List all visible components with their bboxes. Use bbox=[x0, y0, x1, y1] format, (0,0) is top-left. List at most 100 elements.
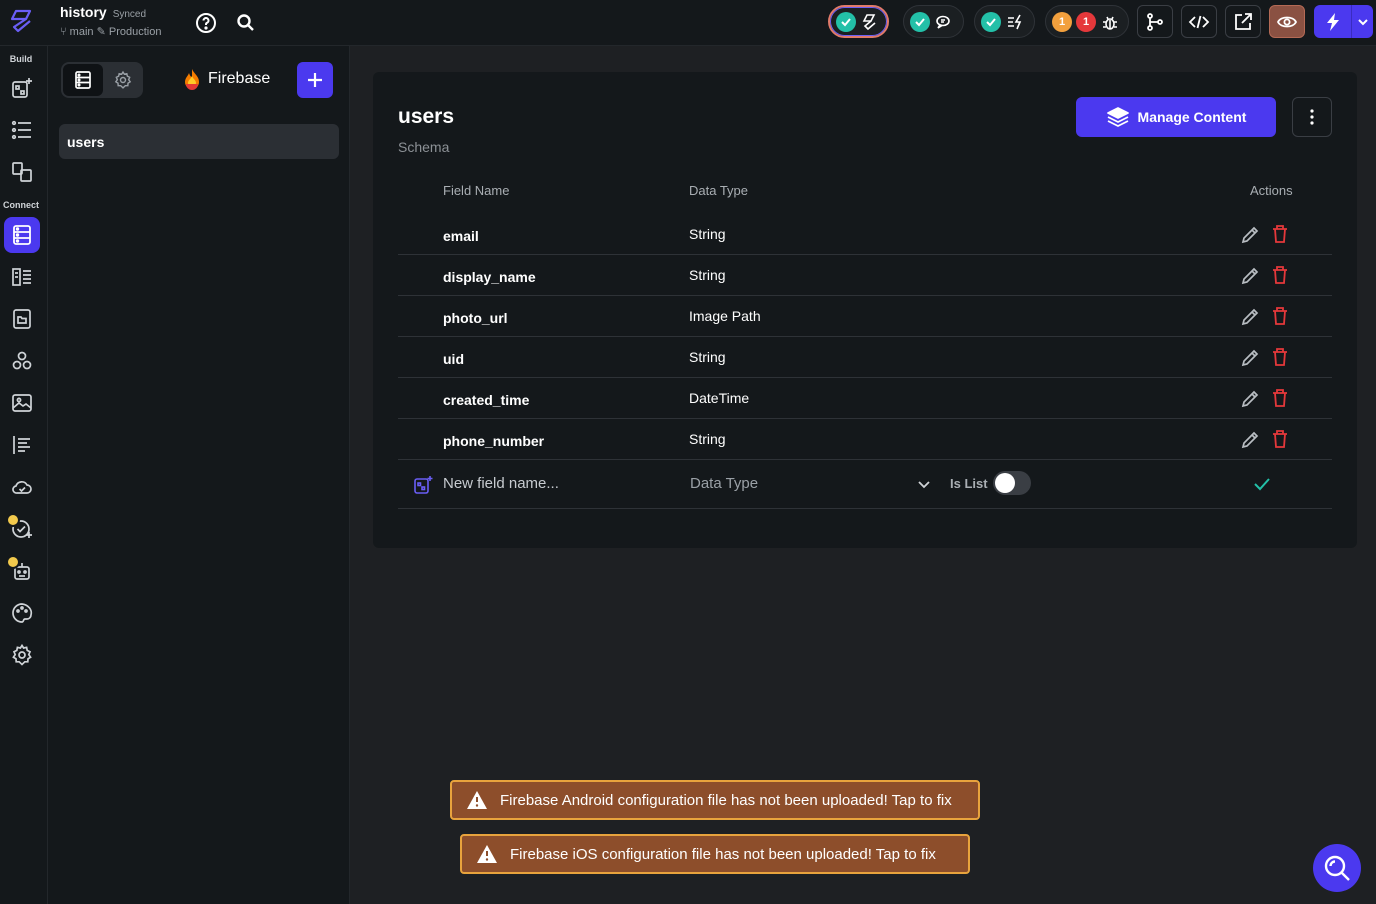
warning-count-badge: 1 bbox=[1052, 11, 1072, 32]
table-row: display_name String bbox=[398, 255, 1332, 296]
add-collection-button[interactable] bbox=[297, 62, 333, 98]
code-icon bbox=[1188, 15, 1210, 28]
edit-pencil-icon[interactable] bbox=[1240, 266, 1260, 286]
run-button[interactable] bbox=[1314, 5, 1352, 38]
delete-trash-icon[interactable] bbox=[1271, 347, 1289, 367]
manage-content-label: Manage Content bbox=[1137, 109, 1247, 125]
rail-widget-palette[interactable] bbox=[4, 70, 40, 106]
performance-status-button[interactable] bbox=[974, 5, 1035, 38]
branch-name: main bbox=[69, 26, 94, 38]
rail-app-state[interactable] bbox=[4, 259, 40, 295]
comments-status-button[interactable] bbox=[903, 5, 964, 38]
field-name: email bbox=[443, 228, 479, 244]
rail-agents[interactable] bbox=[4, 553, 40, 589]
run-test-button[interactable] bbox=[1314, 5, 1373, 38]
search-icon[interactable] bbox=[234, 11, 258, 35]
edit-pencil-icon[interactable] bbox=[1240, 225, 1260, 245]
field-type: String bbox=[689, 226, 726, 242]
image-icon bbox=[12, 394, 32, 412]
edit-pencil-icon[interactable] bbox=[1240, 307, 1260, 327]
rail-tests[interactable] bbox=[4, 511, 40, 547]
palette-icon bbox=[12, 603, 33, 623]
search-icon bbox=[1324, 855, 1350, 881]
new-field-row: Data Type Is List bbox=[398, 459, 1332, 509]
rail-custom-code[interactable] bbox=[4, 427, 40, 463]
new-field-name-input[interactable] bbox=[443, 475, 663, 492]
connect-section-label: Connect bbox=[3, 200, 39, 210]
delete-trash-icon[interactable] bbox=[1271, 388, 1289, 408]
confirm-check-icon[interactable] bbox=[1252, 474, 1272, 494]
delete-trash-icon[interactable] bbox=[1271, 429, 1289, 449]
firebase-label: Firebase bbox=[182, 68, 270, 90]
navigation-rail: Build Connect bbox=[0, 46, 48, 904]
gear-icon bbox=[114, 70, 132, 89]
view-code-button[interactable] bbox=[1181, 5, 1217, 38]
android-config-warning[interactable]: Firebase Android configuration file has … bbox=[450, 780, 980, 820]
rail-cloud-functions[interactable] bbox=[4, 469, 40, 505]
rail-theme-settings[interactable] bbox=[4, 595, 40, 631]
preview-button[interactable] bbox=[1269, 5, 1305, 38]
rail-firestore[interactable] bbox=[4, 217, 40, 253]
delete-trash-icon[interactable] bbox=[1271, 265, 1289, 285]
help-icon[interactable] bbox=[194, 11, 218, 35]
table-row: photo_url Image Path bbox=[398, 296, 1332, 337]
column-header-field-name: Field Name bbox=[443, 183, 510, 198]
cloud-check-icon bbox=[12, 481, 32, 494]
issues-status-button[interactable]: 1 1 bbox=[1045, 5, 1129, 38]
add-field-icon bbox=[414, 476, 433, 494]
table-row: created_time DateTime bbox=[398, 378, 1332, 419]
delete-trash-icon[interactable] bbox=[1271, 224, 1289, 244]
collection-item-users[interactable]: users bbox=[59, 124, 339, 159]
database-icon bbox=[75, 71, 91, 89]
chevron-down-icon bbox=[1357, 18, 1368, 25]
rail-settings[interactable] bbox=[4, 637, 40, 673]
bug-icon bbox=[1103, 16, 1117, 30]
field-name: display_name bbox=[443, 269, 536, 285]
table-row: phone_number String bbox=[398, 419, 1332, 460]
project-name: history bbox=[60, 4, 107, 20]
database-icon bbox=[13, 225, 31, 245]
is-list-label: Is List bbox=[950, 476, 988, 491]
list-tree-icon bbox=[11, 120, 31, 140]
edit-pencil-icon[interactable] bbox=[1240, 389, 1260, 409]
sync-status: Synced bbox=[112, 9, 147, 20]
branch-icon: ⑂ bbox=[60, 26, 67, 38]
branching-button[interactable] bbox=[1137, 5, 1173, 38]
is-list-toggle[interactable] bbox=[993, 471, 1031, 495]
new-field-data-type-select[interactable]: Data Type bbox=[690, 475, 758, 492]
manage-content-button[interactable]: Manage Content bbox=[1076, 97, 1276, 137]
ios-config-warning[interactable]: Firebase iOS configuration file has not … bbox=[460, 834, 970, 874]
field-name: phone_number bbox=[443, 433, 545, 449]
project-info[interactable]: history Synced ⑂ main ✎ Production bbox=[60, 4, 161, 38]
delete-trash-icon[interactable] bbox=[1271, 306, 1289, 326]
bolt-lines-icon bbox=[1008, 14, 1022, 29]
folder-icon bbox=[13, 309, 31, 329]
code-sync-status-button[interactable] bbox=[828, 5, 889, 38]
top-bar: history Synced ⑂ main ✎ Production 1 1 bbox=[0, 0, 1376, 46]
flutterflow-ai-icon bbox=[862, 13, 876, 30]
field-type: Image Path bbox=[689, 308, 761, 324]
field-type: String bbox=[689, 349, 726, 365]
more-options-button[interactable] bbox=[1292, 97, 1332, 137]
rail-integrations[interactable] bbox=[4, 343, 40, 379]
rail-widget-tree[interactable] bbox=[4, 112, 40, 148]
chevron-down-icon[interactable] bbox=[916, 476, 932, 492]
rail-page-selector[interactable] bbox=[4, 154, 40, 190]
collections-tab[interactable] bbox=[63, 64, 103, 96]
firestore-settings-tab[interactable] bbox=[105, 64, 141, 96]
run-options-dropdown[interactable] bbox=[1352, 5, 1373, 38]
edit-pencil-icon[interactable] bbox=[1240, 430, 1260, 450]
plus-icon bbox=[308, 73, 322, 87]
flutterflow-logo-icon[interactable] bbox=[8, 7, 36, 35]
check-icon bbox=[981, 11, 1001, 32]
rail-media-assets[interactable] bbox=[4, 301, 40, 337]
field-type: String bbox=[689, 267, 726, 283]
build-section-label: Build bbox=[9, 54, 33, 64]
check-icon bbox=[910, 11, 930, 32]
add-widget-icon bbox=[12, 78, 32, 98]
panel-view-toggle bbox=[61, 62, 143, 98]
help-search-button[interactable] bbox=[1313, 844, 1361, 892]
rail-media[interactable] bbox=[4, 385, 40, 421]
edit-pencil-icon[interactable] bbox=[1240, 348, 1260, 368]
share-button[interactable] bbox=[1225, 5, 1261, 38]
